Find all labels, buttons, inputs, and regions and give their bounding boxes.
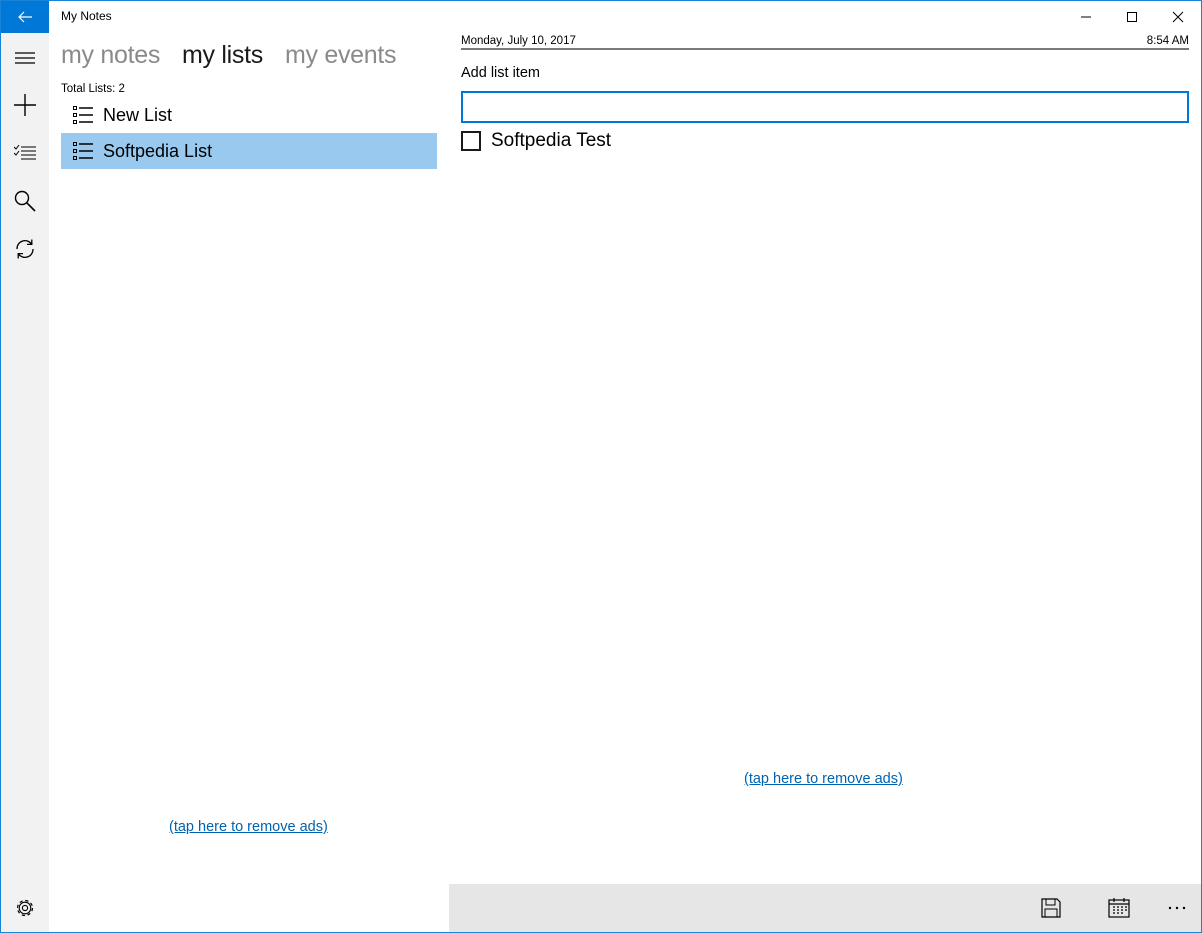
tab-my-notes[interactable]: my notes [61,41,160,69]
sync-button[interactable] [1,226,49,272]
list-item[interactable]: Softpedia List [61,133,437,169]
search-icon [14,190,36,212]
save-button[interactable] [1027,884,1075,932]
search-button[interactable] [1,178,49,224]
calendar-icon [1108,898,1130,918]
app-window: My Notes my notes my lists my events Tot… [0,0,1202,933]
hamburger-icon [15,52,35,64]
minimize-button[interactable] [1063,1,1109,33]
settings-icon [16,899,34,917]
maximize-icon [1127,12,1137,22]
list-icon [73,106,99,124]
total-lists-count: Total Lists: 2 [61,83,125,95]
checklist-icon [14,145,36,160]
list-item[interactable]: New List [61,97,437,133]
sync-icon [16,239,34,259]
add-list-item-label: Add list item [461,65,540,81]
list-icon [73,142,99,160]
date-time-header: Monday, July 10, 2017 8:54 AM [461,34,1189,50]
command-bar [449,884,1201,932]
pivot-tabs: my notes my lists my events [61,41,418,77]
more-button[interactable] [1153,884,1201,932]
minimize-icon [1081,16,1091,18]
current-date: Monday, July 10, 2017 [461,35,576,47]
nav-rail [1,33,49,932]
title-bar: My Notes [1,1,1201,33]
close-button[interactable] [1155,1,1201,33]
calendar-button[interactable] [1095,884,1143,932]
save-icon [1041,898,1061,918]
close-icon [1172,11,1184,23]
settings-button[interactable] [1,885,49,931]
maximize-button[interactable] [1109,1,1155,33]
list-item-label: New List [103,104,173,125]
tab-my-events[interactable]: my events [285,41,397,69]
back-arrow-icon [18,11,32,23]
list-item-label: Softpedia List [103,140,213,161]
plus-icon [14,94,36,116]
back-button[interactable] [1,1,49,33]
app-title: My Notes [61,9,112,23]
remove-ads-link-left[interactable]: (tap here to remove ads) [169,819,328,835]
checklist-item-label: Softpedia Test [491,130,612,151]
hamburger-button[interactable] [1,35,49,81]
item-checkbox[interactable] [461,131,481,151]
add-list-item-input[interactable] [461,91,1189,123]
current-time: 8:54 AM [1146,35,1189,47]
add-button[interactable] [1,82,49,128]
remove-ads-link-right[interactable]: (tap here to remove ads) [744,771,903,787]
more-icon [1168,906,1186,910]
checklist-item[interactable]: Softpedia Test [461,128,611,154]
lists-button[interactable] [1,130,49,176]
tab-my-lists[interactable]: my lists [182,41,263,69]
